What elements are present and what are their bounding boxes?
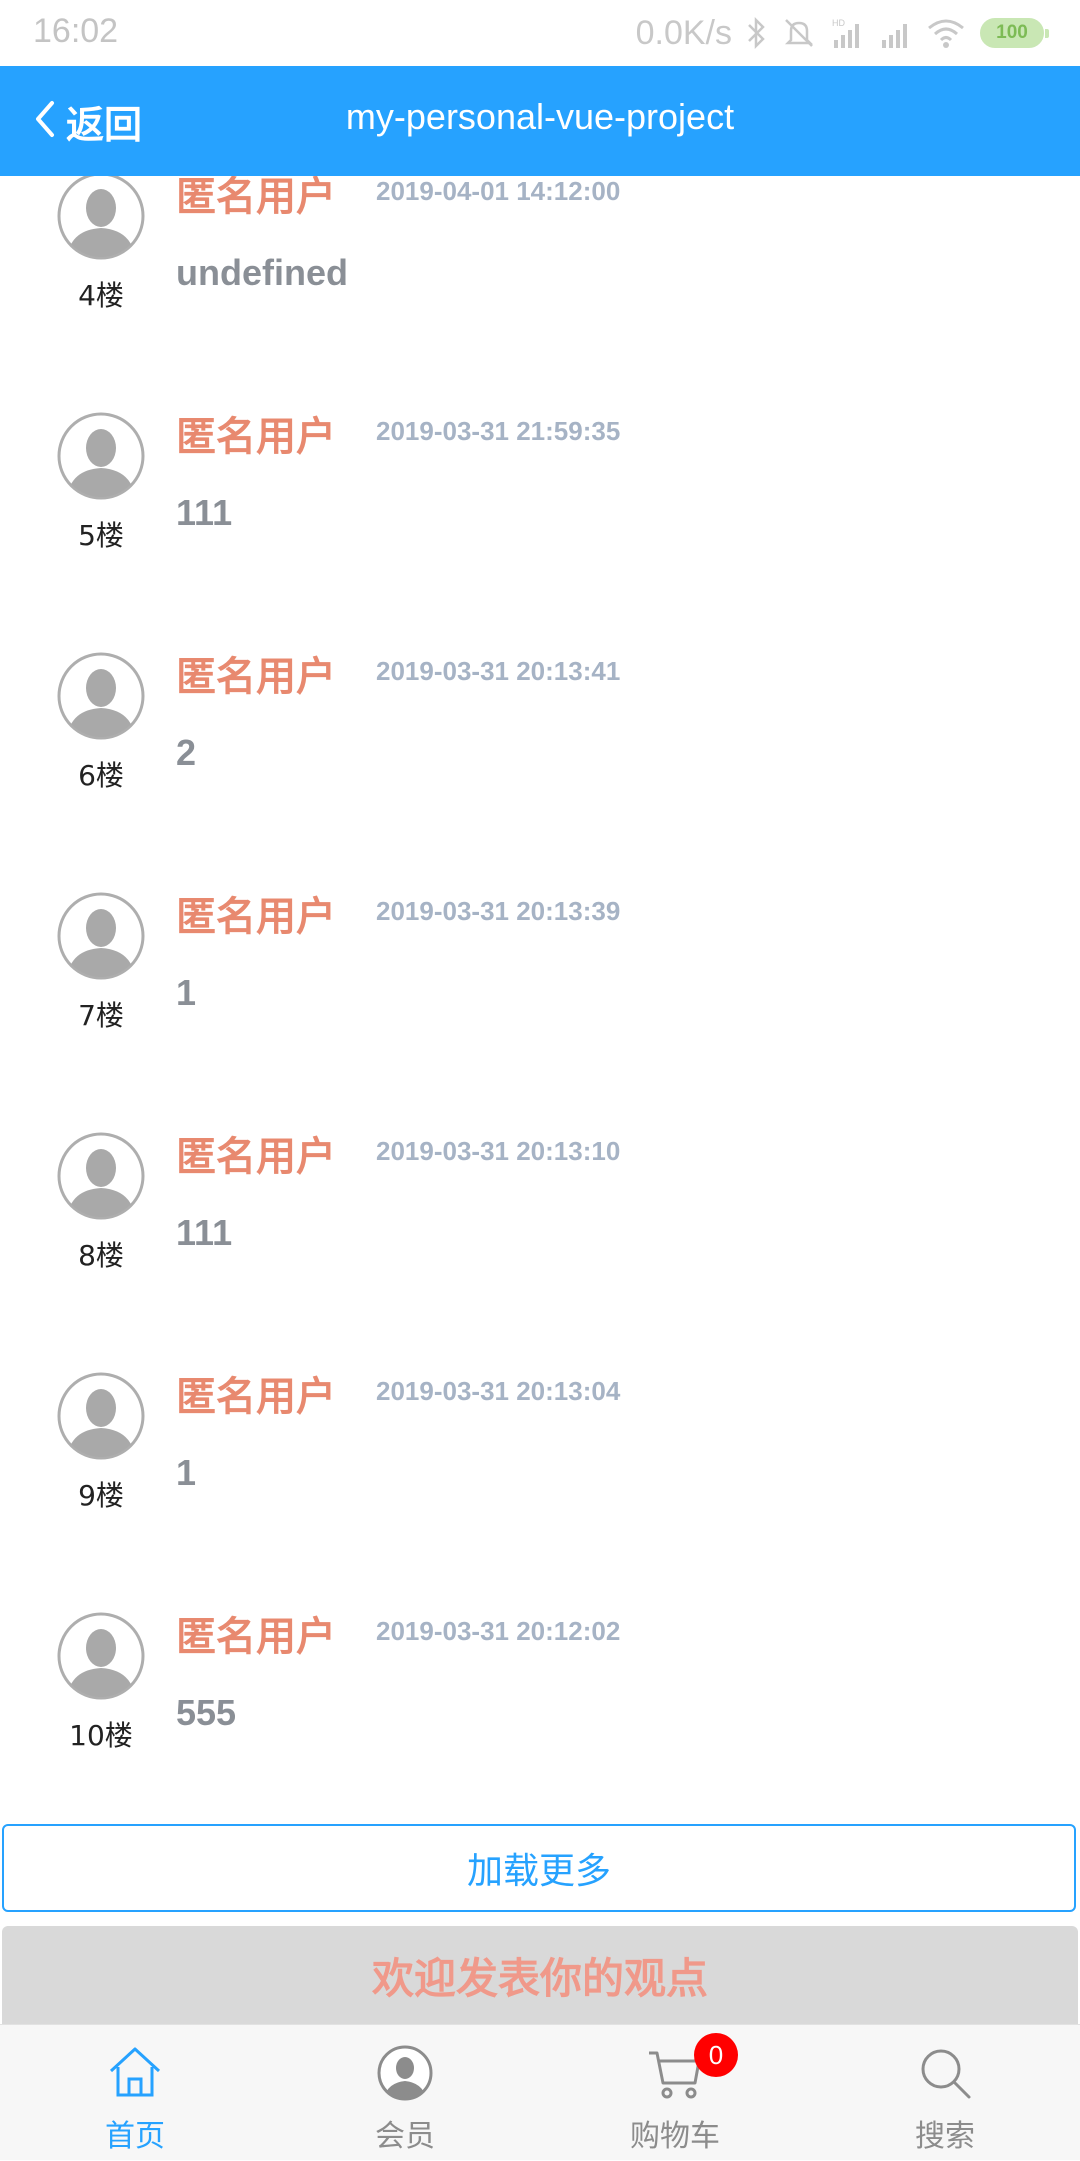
comment-avatar-column: 7楼: [54, 892, 148, 1034]
comment-username: 匿名用户: [176, 1134, 336, 1180]
member-icon: [375, 2043, 435, 2103]
status-bar: 16:02 0.0K/s HD 100: [0, 0, 1080, 66]
comment-username: 匿名用户: [176, 176, 336, 220]
comment-timestamp: 2019-03-31 20:13:41: [376, 656, 621, 686]
comment-username: 匿名用户: [176, 414, 336, 460]
page-title: my-personal-vue-project: [345, 96, 735, 137]
avatar-icon: [57, 892, 145, 980]
comment-content: 1: [176, 972, 197, 1013]
mute-icon: [782, 16, 816, 50]
comment-avatar-column: 8楼: [54, 1132, 148, 1274]
comment-timestamp: 2019-04-01 14:12:00: [376, 176, 621, 206]
comment-content: 555: [176, 1692, 237, 1733]
search-icon: [915, 2043, 975, 2103]
hd-signal-icon: HD: [830, 16, 864, 50]
tab-label: 搜索: [915, 2119, 975, 2154]
comment-avatar-column: 4楼: [54, 176, 148, 314]
avatar-icon: [57, 1132, 145, 1220]
comment-floor: 5楼: [78, 519, 124, 552]
tab-member[interactable]: 会员: [270, 2025, 540, 2161]
load-more-button[interactable]: 加载更多: [2, 1824, 1076, 1912]
status-icons: 0.0K/s HD 100: [635, 10, 1049, 56]
tab-label: 会员: [375, 2119, 435, 2154]
comment-floor: 6楼: [78, 759, 124, 792]
comment-avatar-column: 6楼: [54, 652, 148, 794]
comment-username: 匿名用户: [176, 654, 336, 700]
tab-label: 购物车: [630, 2119, 720, 2154]
comment-timestamp: 2019-03-31 21:59:35: [376, 416, 621, 446]
comment-username: 匿名用户: [176, 1374, 336, 1420]
comment-floor: 7楼: [78, 999, 124, 1032]
battery-icon: 100: [980, 18, 1049, 48]
comment-list[interactable]: 4楼 匿名用户 2019-04-01 14:12:00 undefined 5楼…: [0, 176, 1080, 1816]
avatar-icon: [57, 1372, 145, 1460]
avatar-icon: [57, 1612, 145, 1700]
home-icon: [105, 2043, 165, 2103]
bluetooth-icon: [746, 16, 768, 50]
comment-floor: 8楼: [78, 1239, 124, 1272]
comment-content: 111: [176, 1212, 233, 1253]
comment-item: 6楼 匿名用户 2019-03-31 20:13:41 2: [0, 652, 1080, 892]
tab-search[interactable]: 搜索: [810, 2025, 1080, 2161]
comment-timestamp: 2019-03-31 20:12:02: [376, 1616, 621, 1646]
comment-username: 匿名用户: [176, 1614, 336, 1660]
comment-timestamp: 2019-03-31 20:13:39: [376, 896, 621, 926]
comment-avatar-column: 5楼: [54, 412, 148, 554]
app-header: 返回 my-personal-vue-project: [0, 66, 1080, 176]
comment-item: 5楼 匿名用户 2019-03-31 21:59:35 111: [0, 412, 1080, 652]
comment-content: 111: [176, 492, 233, 533]
comment-timestamp: 2019-03-31 20:13:04: [376, 1376, 621, 1406]
comment-username: 匿名用户: [176, 894, 336, 940]
comment-avatar-column: 9楼: [54, 1372, 148, 1514]
tab-home[interactable]: 首页: [0, 2025, 270, 2161]
comment-content: undefined: [176, 252, 348, 293]
comment-floor: 10楼: [69, 1719, 133, 1752]
avatar-icon: [57, 412, 145, 500]
signal-icon: [878, 16, 912, 50]
comment-content: 1: [176, 1452, 197, 1493]
comment-content: 2: [176, 732, 197, 773]
comment-item: 7楼 匿名用户 2019-03-31 20:13:39 1: [0, 892, 1080, 1132]
avatar-icon: [57, 176, 145, 260]
comment-avatar-column: 10楼: [54, 1612, 148, 1754]
svg-text:HD: HD: [832, 18, 845, 28]
tab-label: 首页: [105, 2119, 165, 2154]
post-opinion-button[interactable]: 欢迎发表你的观点: [2, 1926, 1078, 2024]
wifi-icon: [926, 16, 966, 50]
comment-item: 4楼 匿名用户 2019-04-01 14:12:00 undefined: [0, 176, 1080, 412]
comment-timestamp: 2019-03-31 20:13:10: [376, 1136, 621, 1166]
avatar-icon: [57, 652, 145, 740]
comment-floor: 9楼: [78, 1479, 124, 1512]
cart-count-badge: 0: [694, 2033, 738, 2077]
comment-floor: 4楼: [78, 279, 124, 312]
status-time: 16:02: [33, 12, 119, 50]
bottom-tab-bar: 首页 会员 0 购物车 搜索: [0, 2024, 1080, 2160]
comment-item: 10楼 匿名用户 2019-03-31 20:12:02 555: [0, 1612, 1080, 1816]
comment-item: 9楼 匿名用户 2019-03-31 20:13:04 1: [0, 1372, 1080, 1612]
comment-item: 8楼 匿名用户 2019-03-31 20:13:10 111: [0, 1132, 1080, 1372]
network-speed: 0.0K/s: [635, 13, 732, 52]
tab-cart[interactable]: 0 购物车: [540, 2025, 810, 2161]
